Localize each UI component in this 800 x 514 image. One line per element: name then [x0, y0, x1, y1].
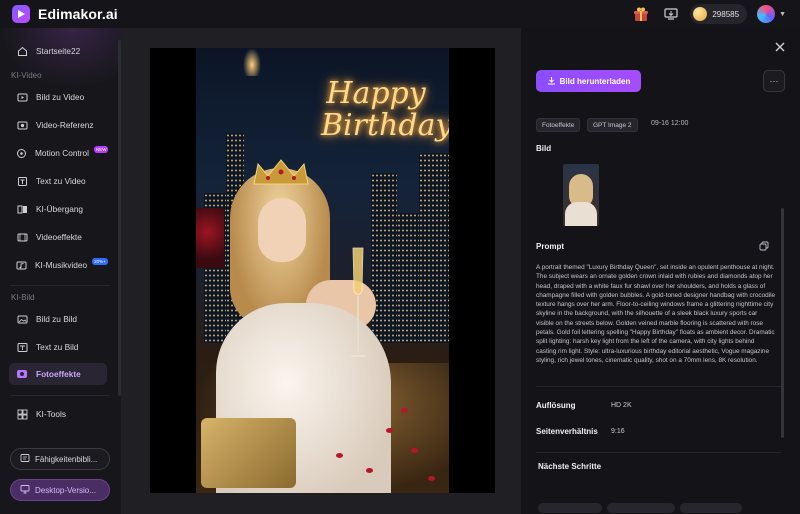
sidebar-item-motion-control[interactable]: Motion Control NEW [9, 142, 109, 164]
sidebar-item-label: Fotoeffekte [36, 369, 81, 379]
sidebar-item-text-to-video[interactable]: Text zu Video [9, 170, 107, 192]
grid-icon [16, 408, 28, 420]
photo-effects-icon [16, 368, 28, 380]
discount-badge: 20%+ [92, 257, 108, 265]
sidebar: Startseite22 KI-Video Bild zu Video Vide… [0, 28, 121, 514]
sidebar-item-label: Bild zu Bild [36, 314, 78, 324]
desktop-icon [20, 484, 30, 496]
avatar[interactable] [757, 5, 776, 23]
sidebar-item-label: KI-Übergang [36, 204, 84, 214]
image-icon [16, 313, 28, 325]
sidebar-item-video-effects[interactable]: Videoeffekte [9, 226, 107, 248]
download-image-button[interactable]: Bild herunterladen [536, 70, 641, 92]
sidebar-item-image-to-image[interactable]: Bild zu Bild [9, 308, 107, 330]
sidebar-item-label: Startseite22 [36, 46, 81, 56]
sidebar-item-label: Videoeffekte [36, 232, 82, 242]
sidebar-item-video-reference[interactable]: Video-Referenz [9, 114, 107, 136]
sidebar-divider [10, 395, 110, 396]
more-options-button[interactable]: ··· [763, 70, 785, 92]
next-step-option[interactable] [680, 503, 742, 513]
app-logo-icon [12, 5, 30, 23]
new-badge: NEW [93, 145, 109, 153]
resolution-label: Auflösung [536, 401, 576, 410]
next-step-option[interactable] [538, 503, 602, 513]
home-icon [16, 45, 28, 57]
download-label: Bild herunterladen [559, 76, 631, 86]
divider [536, 452, 781, 453]
app-name: Edimakor.ai [38, 6, 118, 22]
next-steps-title: Nächste Schritte [538, 462, 602, 471]
birthday-portrait-image: Happy Birthday [196, 48, 449, 493]
skills-library-button[interactable]: Fähigkeitenbibli... [10, 448, 110, 470]
coin-icon [693, 7, 708, 21]
motion-control-icon [16, 147, 27, 159]
transition-icon [16, 203, 28, 215]
credits-count: 298585 [712, 9, 740, 19]
tag-model: GPT Image 2 [587, 118, 638, 132]
gold-handbag [201, 418, 296, 488]
image-section-title: Bild [536, 144, 552, 153]
tag-category: Fotoeffekte [536, 118, 581, 132]
sidebar-item-photo-effects[interactable]: Fotoeffekte [9, 363, 107, 385]
creation-date: 09-16 12:00 [651, 120, 689, 127]
prompt-text: A portrait themed "Luxury Birthday Queen… [536, 264, 776, 364]
next-step-option[interactable] [607, 503, 675, 513]
video-reference-icon [16, 119, 28, 131]
aspect-ratio-label: Seitenverhältnis [536, 427, 598, 436]
sidebar-item-ai-music-video[interactable]: KI-Musikvideo 20%+ [9, 254, 108, 276]
roses-decor [196, 208, 224, 268]
sidebar-item-label: KI-Musikvideo [35, 260, 88, 270]
brand[interactable]: Edimakor.ai [12, 5, 118, 23]
sidebar-item-label: Text zu Video [36, 176, 86, 186]
sidebar-item-label: Text zu Bild [36, 342, 79, 352]
copy-icon[interactable] [759, 241, 769, 251]
chevron-down-icon[interactable]: ▼ [779, 11, 786, 18]
crown-icon [253, 159, 309, 185]
image-video-icon [16, 91, 28, 103]
details-panel: Bild herunterladen ··· Fotoeffekte GPT I… [521, 28, 800, 514]
divider [536, 386, 781, 387]
close-icon[interactable] [773, 40, 787, 54]
video-effects-icon [16, 231, 28, 243]
sidebar-item-label: Motion Control [35, 148, 89, 158]
sidebar-item-image-to-video[interactable]: Bild zu Video [9, 86, 107, 108]
library-icon [20, 453, 30, 465]
section-title-video: KI-Video [11, 71, 42, 80]
resolution-value: HD 2K [611, 402, 632, 409]
prompt-section-title: Prompt [536, 242, 564, 251]
credits-badge[interactable]: 298585 [690, 4, 748, 24]
sidebar-item-text-to-image[interactable]: Text zu Bild [9, 336, 107, 358]
gift-icon[interactable] [630, 3, 652, 25]
desktop-version-button[interactable]: Desktop-Versio... [10, 479, 110, 501]
music-video-icon [16, 259, 27, 271]
sidebar-item-label: KI-Tools [36, 409, 66, 419]
text-video-icon [16, 175, 28, 187]
sidebar-item-ai-tools[interactable]: KI-Tools [9, 403, 107, 425]
sidebar-item-label: Video-Referenz [36, 120, 94, 130]
details-scrollbar[interactable] [781, 208, 784, 438]
image-preview-panel: Happy Birthday [121, 28, 521, 514]
app-window: Edimakor.ai 298585 ▼ Startseite22 KI-Vid… [0, 0, 800, 514]
happy-birthday-lettering: Happy Birthday [321, 76, 449, 143]
download-icon [547, 76, 556, 87]
sidebar-item-ai-transition[interactable]: KI-Übergang [9, 198, 107, 220]
top-bar: Edimakor.ai 298585 ▼ [0, 0, 800, 28]
generated-image[interactable]: Happy Birthday [150, 48, 495, 493]
text-image-icon [16, 341, 28, 353]
sidebar-divider [10, 285, 110, 286]
source-image-thumbnail[interactable] [563, 164, 599, 226]
skills-library-label: Fähigkeitenbibli... [35, 454, 98, 464]
monitor-download-icon[interactable] [660, 3, 682, 25]
desktop-version-label: Desktop-Versio... [35, 485, 96, 495]
sidebar-item-home[interactable]: Startseite22 [9, 40, 107, 62]
aspect-ratio-value: 9:16 [611, 428, 625, 435]
section-title-image: KI-Bild [11, 293, 35, 302]
champagne-glass [351, 247, 365, 357]
sidebar-item-label: Bild zu Video [36, 92, 85, 102]
